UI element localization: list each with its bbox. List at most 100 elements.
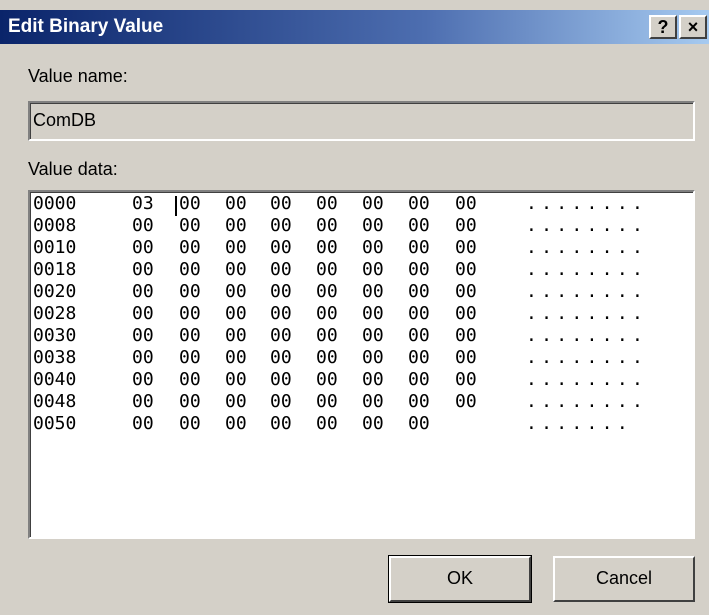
- hex-byte[interactable]: 00: [179, 215, 201, 237]
- hex-byte[interactable]: 00: [132, 413, 154, 435]
- hex-byte[interactable]: 00: [225, 193, 247, 215]
- hex-byte[interactable]: 00: [316, 325, 338, 347]
- hex-byte[interactable]: 00: [179, 391, 201, 413]
- help-button[interactable]: ?: [649, 15, 677, 39]
- hex-byte[interactable]: 00: [455, 369, 477, 391]
- hex-byte[interactable]: 00: [179, 193, 201, 215]
- hex-byte[interactable]: 00: [132, 303, 154, 325]
- value-name-field[interactable]: ComDB: [28, 101, 695, 141]
- hex-byte[interactable]: 00: [132, 325, 154, 347]
- hex-byte[interactable]: 00: [455, 259, 477, 281]
- hex-byte[interactable]: 00: [455, 237, 477, 259]
- ok-button[interactable]: OK: [388, 555, 532, 603]
- hex-byte[interactable]: 00: [225, 369, 247, 391]
- hex-byte[interactable]: 00: [455, 347, 477, 369]
- hex-byte[interactable]: 00: [362, 281, 384, 303]
- hex-byte[interactable]: 00: [270, 413, 292, 435]
- hex-byte[interactable]: 00: [362, 369, 384, 391]
- hex-byte[interactable]: 00: [270, 347, 292, 369]
- hex-byte[interactable]: 00: [179, 281, 201, 303]
- hex-byte[interactable]: 00: [270, 391, 292, 413]
- hex-byte[interactable]: 00: [316, 215, 338, 237]
- hex-offset: 0010: [33, 237, 77, 258]
- hex-ascii: ........: [526, 281, 648, 302]
- hex-byte[interactable]: 00: [408, 259, 430, 281]
- value-name-field-inset: [30, 103, 693, 139]
- hex-byte[interactable]: 00: [408, 325, 430, 347]
- hex-byte[interactable]: 00: [270, 325, 292, 347]
- hex-byte[interactable]: 00: [316, 281, 338, 303]
- hex-byte[interactable]: 00: [362, 391, 384, 413]
- hex-byte[interactable]: 00: [408, 193, 430, 215]
- hex-byte[interactable]: 00: [132, 347, 154, 369]
- hex-editor[interactable]: 0000 03 00 00 00 00 00 00 00........ 0008 00 00 00 00…: [28, 190, 695, 539]
- hex-byte[interactable]: 00: [316, 413, 338, 435]
- hex-byte[interactable]: 00: [179, 369, 201, 391]
- hex-byte[interactable]: 00: [179, 347, 201, 369]
- hex-byte[interactable]: 00: [316, 259, 338, 281]
- hex-byte[interactable]: 00: [408, 347, 430, 369]
- hex-byte[interactable]: 00: [225, 259, 247, 281]
- hex-byte[interactable]: 00: [362, 325, 384, 347]
- hex-byte[interactable]: 00: [179, 325, 201, 347]
- hex-byte[interactable]: 00: [408, 369, 430, 391]
- hex-byte[interactable]: 00: [316, 391, 338, 413]
- hex-byte[interactable]: 00: [455, 193, 477, 215]
- hex-byte[interactable]: 00: [316, 193, 338, 215]
- hex-byte[interactable]: 00: [362, 259, 384, 281]
- hex-byte[interactable]: 00: [132, 369, 154, 391]
- hex-byte[interactable]: 00: [132, 281, 154, 303]
- hex-byte[interactable]: 00: [408, 391, 430, 413]
- hex-byte[interactable]: 00: [179, 413, 201, 435]
- hex-byte[interactable]: 00: [316, 347, 338, 369]
- hex-byte[interactable]: 00: [225, 325, 247, 347]
- hex-byte[interactable]: 00: [270, 369, 292, 391]
- hex-row: 0008 00 00 00 00 00 00 00 00........: [33, 215, 693, 237]
- hex-byte[interactable]: 00: [408, 413, 430, 435]
- hex-byte[interactable]: 00: [132, 259, 154, 281]
- hex-byte[interactable]: 00: [362, 215, 384, 237]
- hex-byte[interactable]: 00: [132, 237, 154, 259]
- hex-byte[interactable]: 00: [270, 281, 292, 303]
- hex-byte[interactable]: 00: [455, 215, 477, 237]
- hex-byte[interactable]: 00: [225, 237, 247, 259]
- hex-byte[interactable]: 00: [408, 281, 430, 303]
- hex-byte[interactable]: 00: [225, 281, 247, 303]
- hex-byte[interactable]: 00: [408, 215, 430, 237]
- hex-byte[interactable]: 00: [225, 215, 247, 237]
- hex-byte[interactable]: 00: [316, 303, 338, 325]
- hex-byte[interactable]: 00: [225, 391, 247, 413]
- hex-byte[interactable]: 00: [408, 303, 430, 325]
- hex-byte[interactable]: 00: [270, 215, 292, 237]
- hex-byte[interactable]: 00: [362, 413, 384, 435]
- hex-byte[interactable]: 00: [455, 281, 477, 303]
- hex-byte[interactable]: 00: [455, 325, 477, 347]
- hex-byte[interactable]: 00: [179, 259, 201, 281]
- hex-byte[interactable]: 00: [179, 303, 201, 325]
- hex-byte[interactable]: 00: [132, 391, 154, 413]
- hex-byte[interactable]: 00: [270, 303, 292, 325]
- hex-byte[interactable]: 00: [362, 303, 384, 325]
- cancel-button[interactable]: Cancel: [553, 556, 695, 602]
- hex-byte[interactable]: 00: [225, 413, 247, 435]
- hex-byte[interactable]: 00: [270, 237, 292, 259]
- title-bar[interactable]: Edit Binary Value ? ×: [0, 10, 709, 44]
- close-button[interactable]: ×: [679, 15, 707, 39]
- hex-byte[interactable]: 00: [455, 303, 477, 325]
- hex-byte[interactable]: 00: [408, 237, 430, 259]
- hex-byte[interactable]: 00: [225, 347, 247, 369]
- hex-byte[interactable]: 00: [362, 237, 384, 259]
- hex-byte[interactable]: 00: [362, 347, 384, 369]
- hex-byte[interactable]: 00: [270, 259, 292, 281]
- hex-byte[interactable]: 03: [132, 193, 154, 215]
- hex-byte[interactable]: 00: [270, 193, 292, 215]
- hex-byte[interactable]: 00: [225, 303, 247, 325]
- hex-byte[interactable]: 00: [316, 369, 338, 391]
- hex-byte[interactable]: 00: [179, 237, 201, 259]
- hex-row: 0018 00 00 00 00 00 00 00 00........: [33, 259, 693, 281]
- hex-byte[interactable]: 00: [455, 391, 477, 413]
- hex-offset: 0050: [33, 413, 77, 434]
- hex-byte[interactable]: 00: [132, 215, 154, 237]
- hex-byte[interactable]: 00: [362, 193, 384, 215]
- hex-byte[interactable]: 00: [316, 237, 338, 259]
